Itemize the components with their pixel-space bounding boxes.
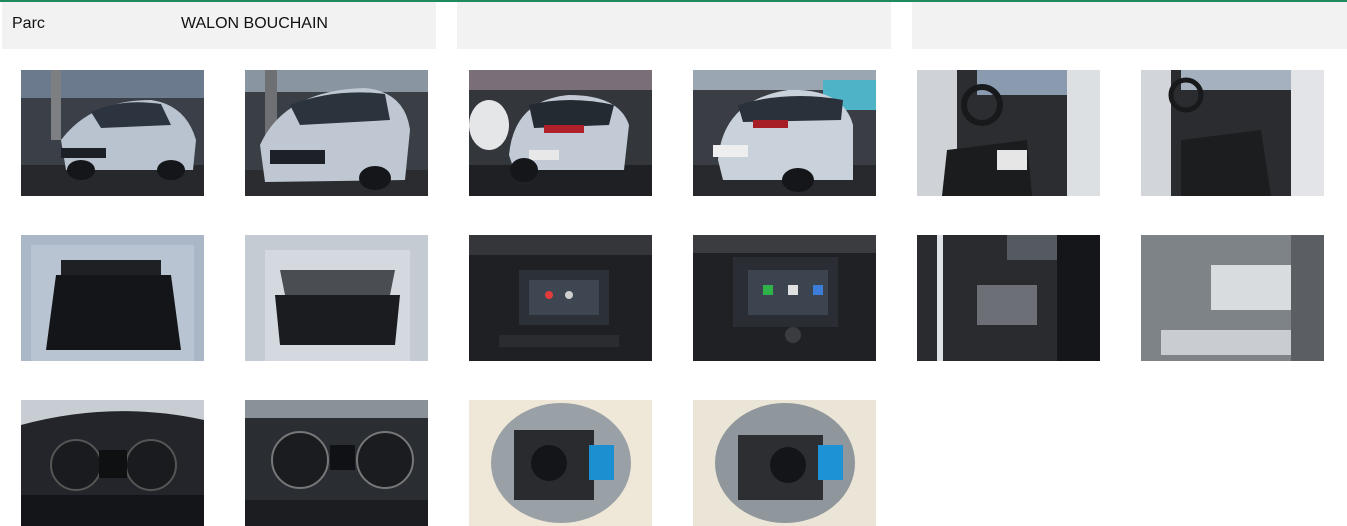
header-cell-empty-3 bbox=[912, 2, 1347, 49]
photo-car-front-right[interactable] bbox=[245, 70, 428, 196]
photo-infotainment-close[interactable] bbox=[693, 235, 876, 361]
photo-interior-passenger[interactable] bbox=[1141, 70, 1324, 196]
photo-infotainment[interactable] bbox=[469, 235, 652, 361]
photo-instrument-cluster[interactable] bbox=[21, 400, 204, 526]
photo-car-front-left[interactable] bbox=[21, 70, 204, 196]
header-cell-empty-2 bbox=[457, 2, 891, 49]
photo-door-label[interactable] bbox=[917, 235, 1100, 361]
photo-spare-wheel-well-close[interactable] bbox=[693, 400, 876, 526]
photo-car-rear-right[interactable] bbox=[693, 70, 876, 196]
photo-instrument-cluster-close[interactable] bbox=[245, 400, 428, 526]
photo-vin-plate[interactable] bbox=[1141, 235, 1324, 361]
park-header: Parc WALON BOUCHAIN bbox=[2, 2, 436, 49]
park-value: WALON BOUCHAIN bbox=[181, 15, 328, 32]
photo-car-rear-left[interactable] bbox=[469, 70, 652, 196]
photo-spare-wheel-well[interactable] bbox=[469, 400, 652, 526]
photo-trunk-open[interactable] bbox=[21, 235, 204, 361]
photo-interior-driver[interactable] bbox=[917, 70, 1100, 196]
park-label: Parc bbox=[12, 15, 45, 32]
photo-trunk-cargo[interactable] bbox=[245, 235, 428, 361]
